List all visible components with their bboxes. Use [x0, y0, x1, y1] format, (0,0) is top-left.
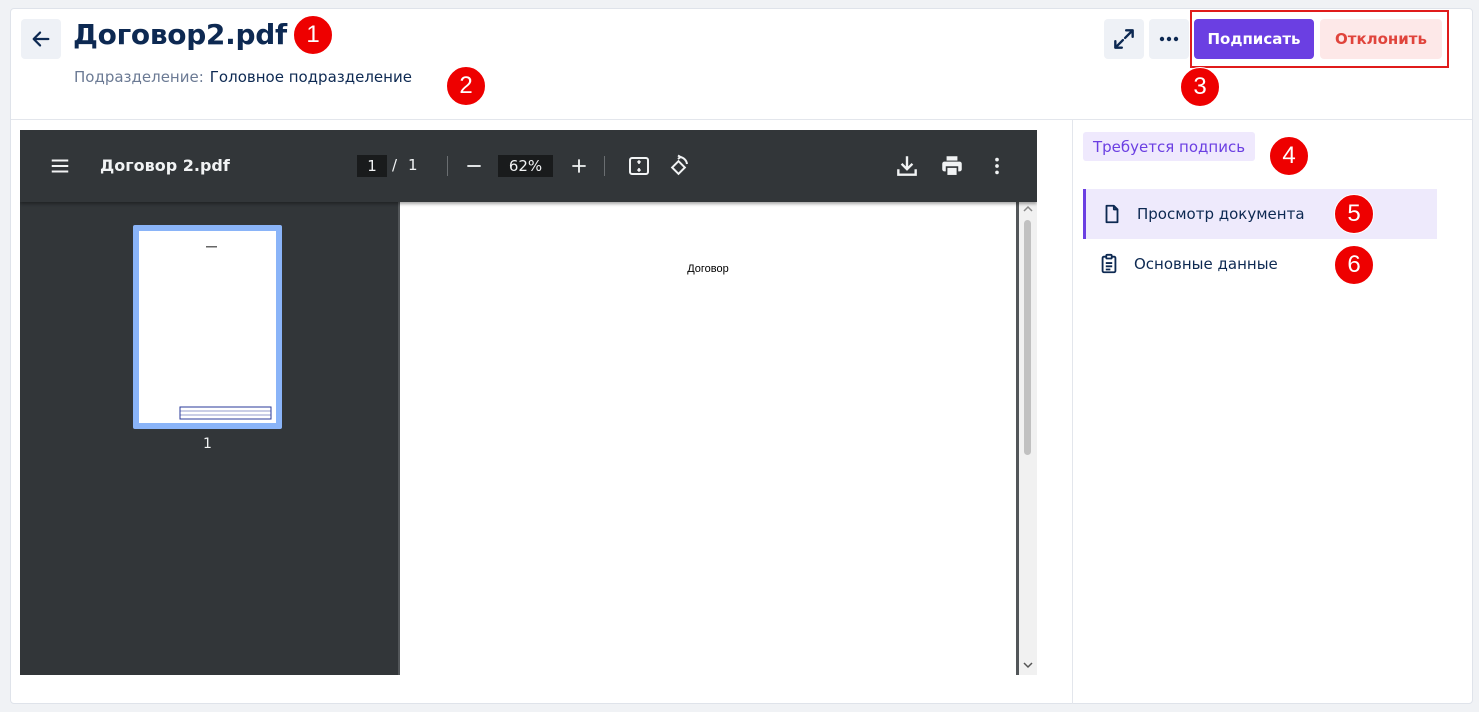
arrow-left-icon [32, 31, 50, 47]
vertical-scrollbar[interactable] [1019, 202, 1037, 675]
annotation-marker-5: 5 [1334, 194, 1374, 234]
rotate-icon [670, 154, 688, 176]
more-vertical-icon [995, 157, 999, 175]
print-icon [942, 156, 962, 177]
zoom-level[interactable]: 62% [498, 155, 553, 177]
scrollbar-thumb[interactable] [1024, 220, 1031, 455]
zoom-in-button[interactable] [566, 153, 592, 179]
page-separator: / [392, 156, 398, 174]
pdf-page-heading: Договор [687, 263, 729, 275]
download-button[interactable] [893, 152, 921, 180]
header-divider [11, 119, 1472, 120]
page-total: 1 [408, 156, 418, 174]
annotation-marker-1: 1 [293, 15, 333, 55]
annotation-marker-2: 2 [446, 66, 486, 106]
pdf-page: Договор [400, 202, 1016, 675]
sidebar-item-label: Просмотр документа [1137, 205, 1305, 223]
thumbnail-page [139, 231, 276, 423]
fit-page-button[interactable] [626, 153, 652, 179]
fit-page-icon [629, 157, 649, 175]
annotation-marker-4: 4 [1269, 136, 1309, 176]
zoom-out-button[interactable] [461, 153, 487, 179]
back-button[interactable] [21, 19, 61, 59]
pdf-toolbar: Договор 2.pdf 1 / 1 62% [20, 130, 1037, 202]
menu-button[interactable] [47, 153, 73, 179]
page-area: Договор [398, 202, 1037, 675]
more-button[interactable] [1149, 19, 1189, 59]
zoom-out-icon [467, 165, 481, 167]
zoom-in-icon [572, 159, 586, 173]
rotate-button[interactable] [666, 153, 692, 179]
document-icon [1105, 204, 1119, 224]
sidebar-item-label: Основные данные [1134, 255, 1278, 273]
page-number-input[interactable]: 1 [357, 155, 387, 177]
page-title: Договор2.pdf [73, 18, 287, 51]
scroll-down-icon [1023, 662, 1033, 669]
subdivision-value: Головное подразделение [209, 68, 412, 86]
page-thumbnail[interactable] [133, 225, 282, 429]
annotation-marker-6: 6 [1334, 245, 1374, 285]
download-icon [897, 156, 917, 176]
sidebar-item-document-view[interactable]: Просмотр документа [1083, 189, 1437, 239]
more-horizontal-icon [1159, 36, 1179, 42]
pdf-file-name: Договор 2.pdf [100, 156, 230, 175]
menu-icon [51, 159, 69, 173]
status-badge: Требуется подпись [1083, 132, 1256, 161]
expand-icon [1114, 29, 1134, 49]
sidebar-item-main-data[interactable]: Основные данные [1083, 239, 1437, 289]
toolbar-divider [604, 156, 605, 176]
pdf-viewer: Договор 2.pdf 1 / 1 62% 1 Договор [20, 130, 1037, 675]
pdf-more-button[interactable] [984, 152, 1010, 180]
highlight-box [1190, 10, 1449, 68]
sidebar-divider [1072, 120, 1073, 704]
thumbnail-number: 1 [203, 436, 212, 452]
print-button[interactable] [938, 152, 966, 180]
thumbnail-panel: 1 [20, 202, 398, 675]
expand-button[interactable] [1104, 19, 1144, 59]
subdivision: Подразделение: Головное подразделение [74, 68, 412, 86]
scroll-up-icon [1023, 205, 1033, 212]
annotation-marker-3: 3 [1180, 67, 1220, 107]
clipboard-icon [1101, 253, 1117, 274]
subdivision-label: Подразделение: [74, 68, 204, 86]
toolbar-divider [447, 156, 448, 176]
